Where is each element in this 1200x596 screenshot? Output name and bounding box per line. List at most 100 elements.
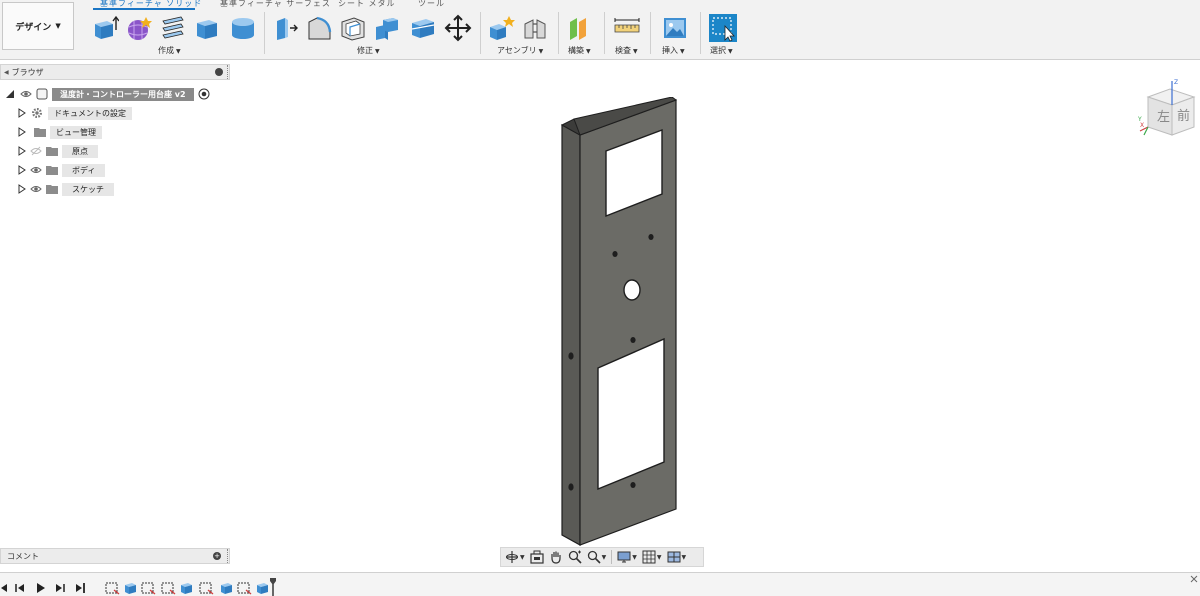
grid-button[interactable]: ▼ — [642, 549, 662, 565]
timeline-extrude-item[interactable] — [254, 581, 270, 595]
timeline-sketch-item[interactable] — [198, 581, 214, 595]
expand-triangle-icon[interactable] — [18, 146, 26, 156]
browser-item-bodies[interactable]: ボディ — [0, 162, 106, 178]
replace-face-button[interactable] — [408, 13, 438, 43]
folder-icon — [46, 184, 58, 194]
toolbar-divider — [650, 12, 651, 54]
press-pull-icon — [277, 18, 298, 40]
extrude-icon — [125, 583, 136, 594]
model-body[interactable] — [552, 97, 682, 547]
create-menu[interactable]: 作成 ▼ — [158, 45, 181, 56]
step-forward-button[interactable] — [54, 582, 66, 594]
browser-item-sketches[interactable]: スケッチ — [0, 181, 114, 197]
combine-button[interactable] — [372, 13, 402, 43]
viewcube-front-face[interactable]: 前 — [1177, 108, 1190, 124]
modify-menu[interactable]: 修正 ▼ — [357, 45, 380, 56]
viewcube-left-face[interactable]: 左 — [1157, 110, 1170, 125]
toolbar-divider — [700, 12, 701, 54]
comments-title: コメント — [7, 551, 39, 561]
browser-item-origin[interactable]: 原点 — [0, 143, 98, 159]
timeline-extrude-item[interactable] — [122, 581, 138, 595]
cylinder-button[interactable] — [228, 13, 258, 43]
fillet-button[interactable] — [304, 13, 334, 43]
form-button[interactable] — [124, 13, 154, 43]
look-at-button[interactable] — [530, 549, 544, 565]
tab-tools[interactable]: ツール — [418, 0, 445, 9]
pan-button[interactable] — [549, 549, 563, 565]
tab-surface[interactable]: 基準フィーチャ サーフェス — [220, 0, 331, 9]
assemble-menu[interactable]: アセンブリ ▼ — [497, 45, 543, 56]
measure-icon — [614, 18, 640, 33]
offset-plane-button[interactable] — [564, 13, 594, 43]
expand-triangle-icon[interactable] — [18, 165, 26, 175]
hidden-eye-icon[interactable] — [30, 146, 42, 156]
measure-button[interactable] — [612, 13, 642, 43]
canvas-viewport[interactable]: 左 前 Z X Y — [232, 62, 1200, 568]
panel-resize-handle[interactable] — [227, 549, 229, 563]
inspect-menu[interactable]: 検査 ▼ — [615, 45, 638, 56]
press-pull-button[interactable] — [270, 13, 300, 43]
loft-button[interactable] — [158, 13, 188, 43]
step-back-button[interactable] — [14, 582, 26, 594]
browser-panel-header[interactable]: ◀ ブラウザ — [0, 64, 230, 80]
chevron-down-icon: ▼ — [632, 553, 637, 561]
root-component-name[interactable]: 温度計・コントローラー用台座 v2 — [52, 87, 194, 101]
panel-pin-icon[interactable] — [215, 68, 223, 76]
viewports-icon — [667, 551, 680, 563]
zoom-button[interactable] — [568, 549, 582, 565]
extrude-button[interactable] — [90, 13, 120, 43]
fit-button[interactable]: ▼ — [587, 549, 606, 565]
workspace-switcher[interactable]: デザイン ▼ — [2, 2, 74, 50]
timeline-sketch-item[interactable] — [104, 581, 120, 595]
expand-triangle-icon[interactable] — [18, 184, 26, 194]
image-icon — [664, 18, 686, 38]
expand-triangle-icon[interactable] — [18, 108, 26, 118]
timeline-settings-icon[interactable] — [1190, 575, 1198, 583]
orbit-button[interactable]: ▼ — [505, 549, 525, 565]
viewports-button[interactable]: ▼ — [667, 549, 686, 565]
browser-item-document-settings[interactable]: ドキュメントの設定 — [0, 105, 132, 121]
play-button[interactable] — [34, 582, 46, 594]
box-button[interactable] — [192, 13, 222, 43]
timeline-sketch-item[interactable] — [160, 581, 176, 595]
visibility-eye-icon[interactable] — [20, 89, 32, 99]
timeline-extrude-item[interactable] — [178, 581, 194, 595]
new-component-button[interactable] — [486, 13, 516, 43]
activate-component-icon[interactable] — [198, 88, 210, 100]
timeline-extrude-item[interactable] — [218, 581, 234, 595]
tab-sheet-metal[interactable]: シート メタル — [338, 0, 396, 9]
step-last-button[interactable] — [74, 582, 86, 594]
add-comment-icon[interactable]: + — [213, 552, 221, 560]
grid-icon — [642, 550, 656, 564]
extrude-icon — [257, 583, 268, 594]
select-menu[interactable]: 選択 ▼ — [710, 45, 733, 56]
collapse-triangle-icon[interactable] — [6, 90, 14, 98]
visibility-eye-icon[interactable] — [30, 184, 42, 194]
insert-menu[interactable]: 挿入 ▼ — [662, 45, 685, 56]
collapse-icon[interactable]: ◀ — [4, 69, 9, 76]
display-settings-button[interactable]: ▼ — [617, 549, 637, 565]
shell-button[interactable] — [338, 13, 368, 43]
browser-item-named-views[interactable]: ビュー管理 — [0, 124, 102, 140]
joint-button[interactable] — [520, 13, 550, 43]
timeline-marker[interactable] — [270, 578, 276, 596]
sketch-icon — [161, 582, 176, 595]
joint-icon — [524, 19, 546, 39]
panel-resize-handle[interactable] — [227, 65, 229, 79]
construct-menu[interactable]: 構築 ▼ — [568, 45, 591, 56]
timeline-sketch-item[interactable] — [140, 581, 156, 595]
step-first-button[interactable] — [0, 582, 10, 594]
workspace-label: デザイン — [15, 22, 52, 33]
browser-item-label: 原点 — [62, 144, 98, 158]
move-copy-button[interactable] — [443, 13, 473, 43]
view-cube[interactable]: 左 前 Z X Y — [1136, 77, 1196, 139]
insert-image-button[interactable] — [660, 13, 690, 43]
expand-triangle-icon[interactable] — [18, 127, 26, 137]
play-icon — [37, 583, 45, 593]
browser-title: ブラウザ — [11, 67, 44, 77]
comments-panel-header[interactable]: コメント + — [0, 548, 230, 564]
browser-root-node[interactable]: 温度計・コントローラー用台座 v2 — [0, 86, 210, 102]
visibility-eye-icon[interactable] — [30, 165, 42, 175]
select-button[interactable] — [708, 13, 738, 43]
timeline-sketch-item[interactable] — [236, 581, 252, 595]
